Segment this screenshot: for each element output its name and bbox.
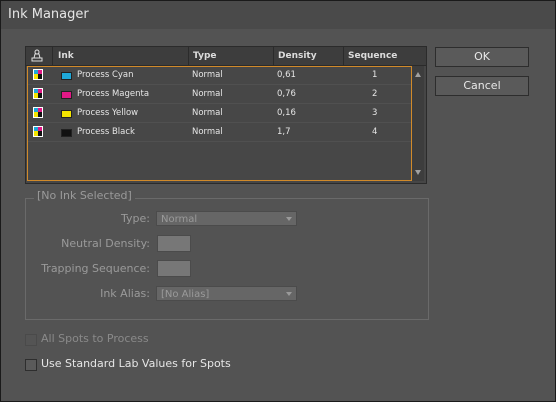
standard-lab-values-checkbox[interactable]: [25, 359, 37, 371]
ink-type: Normal: [192, 108, 223, 118]
ink-alias-label: Ink Alias:: [100, 287, 150, 300]
vertical-scrollbar[interactable]: [412, 66, 424, 181]
table-row[interactable]: Process Magenta Normal 0,76 2: [27, 85, 411, 104]
all-spots-to-process-label: All Spots to Process: [41, 332, 149, 345]
ink-name: Process Yellow: [77, 108, 139, 118]
chevron-down-icon: [286, 217, 292, 221]
ink-type: Normal: [192, 127, 223, 137]
table-row[interactable]: Process Black Normal 1,7 4: [27, 123, 411, 142]
type-select-value: Normal: [161, 214, 198, 225]
trapping-sequence-field[interactable]: [157, 260, 191, 277]
ink-sequence: 2: [372, 89, 378, 99]
table-row[interactable]: Process Cyan Normal 0,61 1: [27, 66, 411, 85]
type-label: Type:: [121, 212, 150, 225]
ink-density: 0,76: [277, 89, 296, 99]
scroll-down-arrow-icon[interactable]: [415, 170, 421, 175]
ink-sequence: 4: [372, 127, 378, 137]
column-header-sequence[interactable]: Sequence: [348, 51, 397, 61]
ink-type: Normal: [192, 70, 223, 80]
scroll-up-arrow-icon[interactable]: [415, 72, 421, 77]
standard-lab-values-label: Use Standard Lab Values for Spots: [41, 357, 231, 370]
process-ink-icon: [33, 107, 43, 118]
neutral-density-label: Neutral Density:: [61, 237, 150, 250]
ink-list: Process Cyan Normal 0,61 1 Process Magen…: [27, 66, 412, 181]
ink-alias-select[interactable]: [No Alias]: [156, 286, 297, 301]
ink-sequence: 1: [372, 70, 378, 80]
column-header-type[interactable]: Type: [193, 51, 216, 61]
ink-name: Process Black: [77, 127, 135, 137]
ink-alias-select-value: [No Alias]: [161, 289, 210, 300]
print-ink-icon[interactable]: [31, 49, 43, 63]
ink-name: Process Magenta: [77, 89, 150, 99]
color-swatch: [61, 91, 72, 99]
process-ink-icon: [33, 88, 43, 99]
ink-name: Process Cyan: [77, 70, 134, 80]
table-row[interactable]: Process Yellow Normal 0,16 3: [27, 104, 411, 123]
color-swatch: [61, 72, 72, 80]
ok-button[interactable]: OK: [435, 47, 529, 67]
cancel-button[interactable]: Cancel: [435, 76, 529, 96]
group-title: [No Ink Selected]: [34, 189, 135, 202]
column-header-density[interactable]: Density: [278, 51, 317, 61]
title-bar[interactable]: Ink Manager: [1, 1, 555, 29]
ink-type: Normal: [192, 89, 223, 99]
ink-manager-dialog: Ink Manager Ink Type Density Sequence Pr…: [0, 0, 556, 402]
type-select[interactable]: Normal: [156, 211, 297, 226]
ink-density: 0,16: [277, 108, 296, 118]
trapping-sequence-label: Trapping Sequence:: [41, 262, 150, 275]
ink-table: Ink Type Density Sequence Process Cyan N…: [25, 46, 427, 184]
process-ink-icon: [33, 69, 43, 80]
process-ink-icon: [33, 126, 43, 137]
all-spots-to-process-checkbox[interactable]: [25, 334, 37, 346]
ink-density: 1,7: [277, 127, 291, 137]
column-header-ink[interactable]: Ink: [58, 51, 74, 61]
table-header: Ink Type Density Sequence: [26, 47, 426, 66]
ink-density: 0,61: [277, 70, 296, 80]
neutral-density-field[interactable]: [157, 235, 191, 252]
color-swatch: [61, 129, 72, 137]
window-title: Ink Manager: [8, 7, 89, 22]
chevron-down-icon: [286, 292, 292, 296]
ink-sequence: 3: [372, 108, 378, 118]
color-swatch: [61, 110, 72, 118]
